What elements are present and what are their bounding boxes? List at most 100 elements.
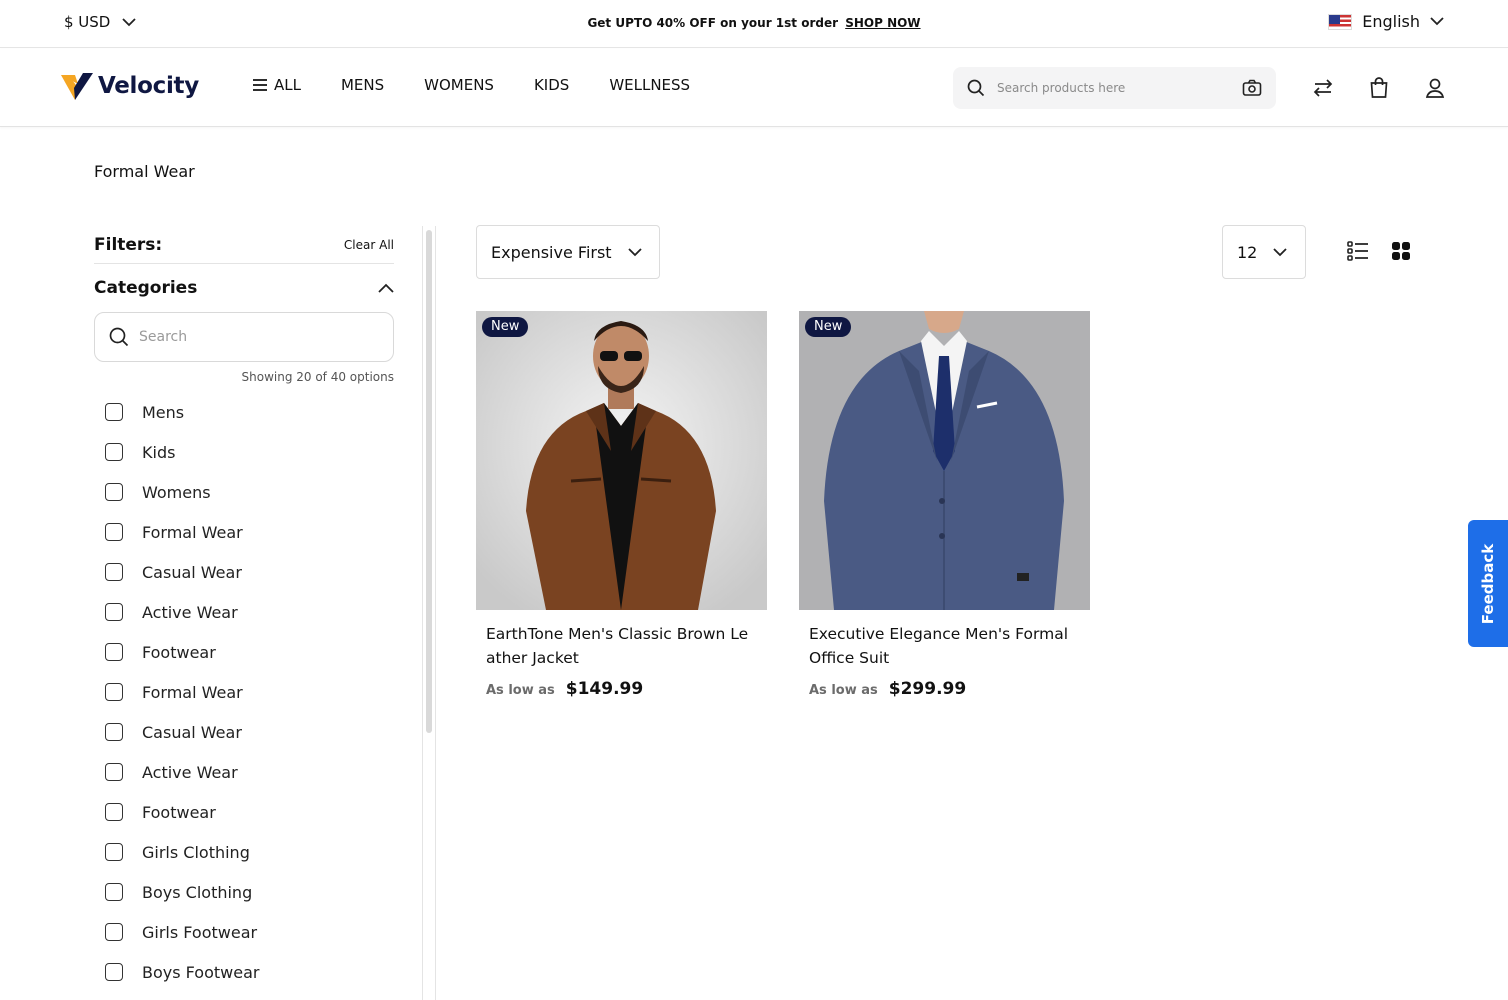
- checkbox[interactable]: [105, 883, 123, 901]
- checkbox[interactable]: [105, 443, 123, 461]
- checkbox[interactable]: [105, 723, 123, 741]
- price-row: As low as $149.99: [476, 679, 767, 699]
- category-label: Footwear: [142, 802, 216, 822]
- category-option[interactable]: Womens: [94, 472, 394, 512]
- filters-header: Filters: Clear All: [94, 226, 394, 264]
- grid-view-icon[interactable]: [1390, 240, 1412, 262]
- category-option[interactable]: Active Wear: [94, 592, 394, 632]
- product-price: $149.99: [565, 679, 644, 699]
- price-row: As low as $299.99: [799, 679, 1090, 699]
- sort-value: Expensive First: [491, 242, 612, 262]
- search-input[interactable]: [997, 81, 1242, 95]
- chevron-down-icon: [1430, 17, 1444, 26]
- category-list: Mens Kids Womens Formal Wear Casual Wear…: [94, 392, 394, 992]
- us-flag-icon: [1328, 13, 1353, 30]
- category-option[interactable]: Boys Clothing: [94, 872, 394, 912]
- product-price: $299.99: [888, 679, 967, 699]
- product-card[interactable]: New Executive Elegance Men's Formal Offi…: [799, 311, 1090, 699]
- category-option[interactable]: Active Wear: [94, 752, 394, 792]
- logo[interactable]: Velocity: [60, 71, 199, 101]
- feedback-label: Feedback: [1479, 543, 1498, 624]
- shop-now-link[interactable]: SHOP NOW: [845, 16, 920, 30]
- product-image[interactable]: New: [799, 311, 1090, 610]
- category-label: Footwear: [142, 642, 216, 662]
- feedback-button[interactable]: Feedback: [1468, 520, 1508, 647]
- categories-title: Categories: [94, 278, 198, 298]
- header-actions: [1312, 77, 1446, 99]
- checkbox[interactable]: [105, 643, 123, 661]
- user-account-icon[interactable]: [1424, 77, 1446, 99]
- checkbox[interactable]: [105, 563, 123, 581]
- category-label: Boys Footwear: [142, 962, 260, 982]
- nav-all-label: ALL: [274, 76, 301, 94]
- sort-dropdown[interactable]: Expensive First: [476, 225, 660, 279]
- checkbox[interactable]: [105, 843, 123, 861]
- product-name[interactable]: EarthTone Men's Classic Brown Le ather J…: [476, 622, 767, 670]
- category-option[interactable]: Formal Wear: [94, 672, 394, 712]
- category-label: Girls Footwear: [142, 922, 258, 942]
- checkbox[interactable]: [105, 923, 123, 941]
- categories-toggle[interactable]: Categories: [94, 278, 394, 298]
- category-option[interactable]: Formal Wear: [94, 512, 394, 552]
- product-name[interactable]: Executive Elegance Men's Formal Office S…: [799, 622, 1090, 670]
- category-option[interactable]: Footwear: [94, 632, 394, 672]
- compare-icon[interactable]: [1312, 77, 1334, 99]
- category-label: Casual Wear: [142, 722, 242, 742]
- search-icon[interactable]: [967, 79, 985, 97]
- category-option[interactable]: Boys Footwear: [94, 952, 394, 992]
- chevron-up-icon: [378, 283, 394, 293]
- page-size-dropdown[interactable]: 12: [1222, 225, 1306, 279]
- promo-banner: Get UPTO 40% OFF on your 1st order SHOP …: [0, 16, 1508, 30]
- shopping-bag-icon[interactable]: [1368, 77, 1390, 99]
- product-card[interactable]: New EarthTone Men's Classic Brown Le ath…: [476, 311, 767, 699]
- options-count: Showing 20 of 40 options: [241, 370, 395, 384]
- checkbox[interactable]: [105, 483, 123, 501]
- sidebar-scrollbar[interactable]: [422, 226, 436, 1000]
- language-label: English: [1362, 12, 1420, 31]
- category-option[interactable]: Kids: [94, 432, 394, 472]
- search-icon: [109, 327, 129, 347]
- category-option[interactable]: Footwear: [94, 792, 394, 832]
- list-view-icon[interactable]: [1346, 240, 1370, 262]
- nav-kids[interactable]: KIDS: [534, 76, 569, 94]
- checkbox[interactable]: [105, 403, 123, 421]
- checkbox[interactable]: [105, 763, 123, 781]
- checkbox[interactable]: [105, 683, 123, 701]
- nav-wellness[interactable]: WELLNESS: [609, 76, 690, 94]
- nav-womens[interactable]: WOMENS: [424, 76, 494, 94]
- new-badge: New: [482, 317, 529, 337]
- filters-sidebar: Filters: Clear All Categories Showing 20…: [94, 226, 394, 992]
- language-selector[interactable]: English: [1328, 12, 1444, 31]
- category-label: Boys Clothing: [142, 882, 253, 902]
- category-option[interactable]: Girls Footwear: [94, 912, 394, 952]
- category-label: Active Wear: [142, 602, 238, 622]
- category-label: Mens: [142, 402, 185, 422]
- checkbox[interactable]: [105, 523, 123, 541]
- checkbox[interactable]: [105, 803, 123, 821]
- main-nav: ALL MENS WOMENS KIDS WELLNESS: [253, 76, 690, 94]
- checkbox[interactable]: [105, 603, 123, 621]
- category-label: Girls Clothing: [142, 842, 250, 862]
- category-search: [94, 312, 394, 362]
- top-bar: $ USD Get UPTO 40% OFF on your 1st order…: [0, 0, 1508, 48]
- product-search: [953, 67, 1276, 109]
- checkbox[interactable]: [105, 963, 123, 981]
- category-label: Formal Wear: [142, 682, 243, 702]
- category-search-input[interactable]: [139, 329, 379, 345]
- category-option[interactable]: Girls Clothing: [94, 832, 394, 872]
- category-option[interactable]: Mens: [94, 392, 394, 432]
- camera-icon[interactable]: [1242, 79, 1262, 97]
- scrollbar-thumb[interactable]: [426, 230, 432, 733]
- clear-all-button[interactable]: Clear All: [344, 238, 394, 252]
- nav-mens[interactable]: MENS: [341, 76, 384, 94]
- page-title: Formal Wear: [94, 162, 195, 181]
- new-badge: New: [805, 317, 852, 337]
- chevron-down-icon: [1273, 247, 1287, 256]
- category-label: Womens: [142, 482, 211, 502]
- product-image[interactable]: New: [476, 311, 767, 610]
- page-size-value: 12: [1237, 242, 1258, 262]
- promo-text: Get UPTO 40% OFF on your 1st order: [587, 16, 839, 30]
- category-option[interactable]: Casual Wear: [94, 712, 394, 752]
- nav-all[interactable]: ALL: [253, 76, 301, 94]
- category-option[interactable]: Casual Wear: [94, 552, 394, 592]
